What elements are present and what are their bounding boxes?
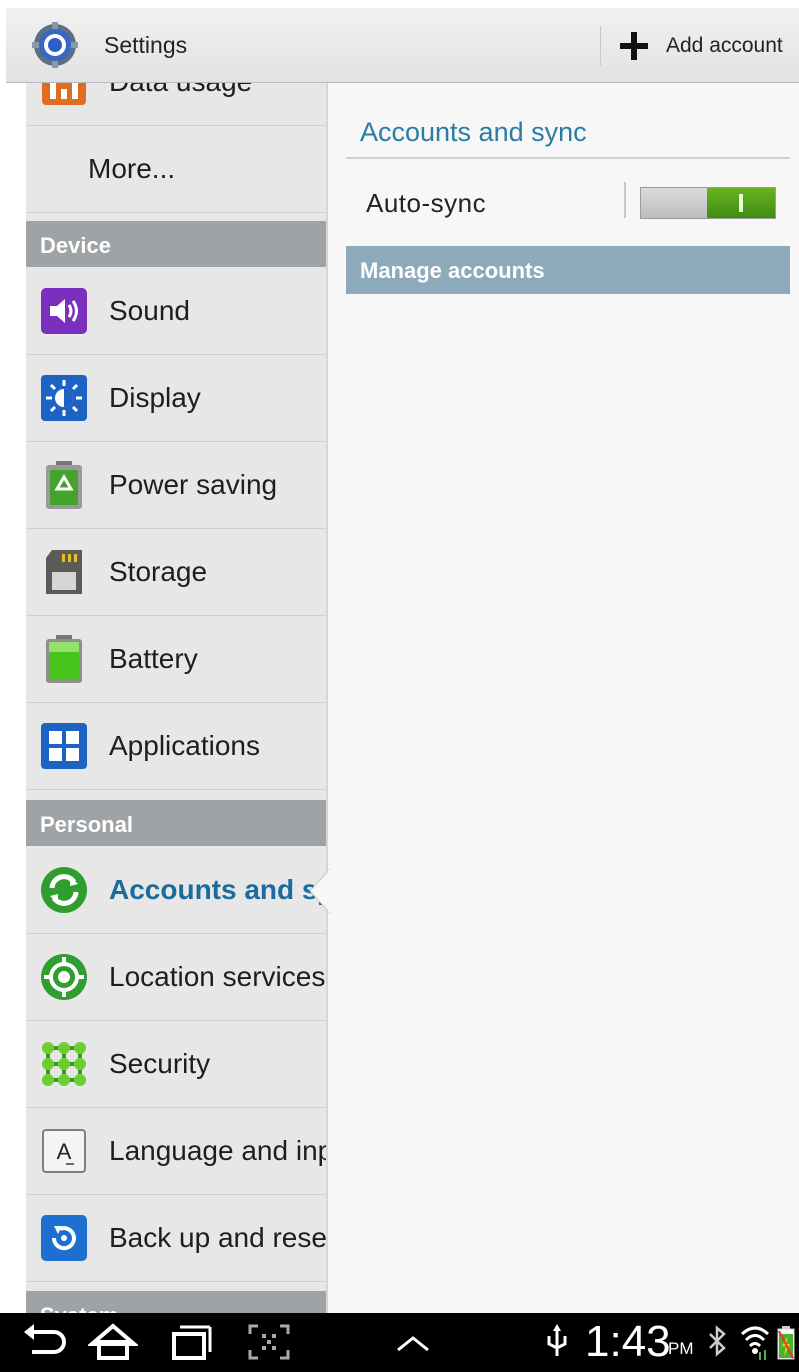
list-item-accounts-and-sync[interactable]: Accounts and sync	[26, 847, 326, 934]
list-item-location-services[interactable]: Location services	[26, 934, 326, 1021]
battery-label: Battery	[109, 643, 198, 674]
plus-icon	[620, 32, 648, 60]
power-saving-label: Power saving	[109, 469, 278, 500]
list-item-back-up-and-reset[interactable]: Back up and reset	[26, 1195, 326, 1282]
svg-text:A: A	[57, 1139, 72, 1164]
add-account-button[interactable]: Add account	[612, 20, 799, 72]
list-item-data-usage[interactable]: Data usage	[26, 83, 326, 126]
section-header-device: Device	[26, 221, 326, 267]
battery-settings-icon	[46, 635, 82, 683]
power-saving-icon	[46, 461, 82, 509]
more-label: More...	[88, 153, 176, 184]
data-usage-icon	[42, 83, 86, 105]
manage-accounts-label: Manage accounts	[360, 258, 545, 283]
security-label: Security	[109, 1048, 211, 1079]
action-bar-divider	[600, 26, 601, 66]
add-account-label: Add account	[666, 34, 783, 57]
back-up-and-reset-label: Back up and reset	[109, 1222, 326, 1253]
toggle-on-indicator	[739, 194, 743, 212]
system-navigation-bar: 1:43 PM	[0, 1313, 799, 1372]
manage-accounts-header: Manage accounts	[346, 246, 790, 294]
toggle-off-side	[641, 188, 707, 218]
settings-screen: Settings Add account Data usage More...	[0, 0, 799, 1372]
battery-icon	[777, 1326, 795, 1360]
toggle-on-side	[707, 188, 775, 218]
system-header-label: System	[40, 1303, 118, 1313]
bluetooth-icon	[709, 1325, 726, 1357]
selection-pointer	[309, 869, 330, 913]
location-services-label: Location services	[109, 961, 326, 992]
title-divider	[346, 157, 790, 159]
backup-icon	[41, 1215, 87, 1261]
toggle-divider	[624, 182, 626, 218]
language-icon: A	[42, 1129, 86, 1173]
language-and-input-label: Language and input	[109, 1135, 326, 1166]
auto-sync-label: Auto-sync	[366, 188, 487, 218]
app-title: Settings	[104, 32, 188, 58]
clock-time: 1:43	[585, 1317, 671, 1366]
screenshot-icon[interactable]	[244, 1322, 294, 1362]
detail-title: Accounts and sync	[360, 117, 587, 147]
sound-label: Sound	[109, 295, 190, 326]
display-icon	[41, 375, 87, 421]
list-item-display[interactable]: Display	[26, 355, 326, 442]
settings-category-list[interactable]: Data usage More... Device Sound	[26, 83, 326, 1313]
applications-icon	[41, 723, 87, 769]
list-item-power-saving[interactable]: Power saving	[26, 442, 326, 529]
back-icon[interactable]	[18, 1322, 68, 1362]
storage-label: Storage	[109, 556, 208, 587]
list-item-sound[interactable]: Sound	[26, 268, 326, 355]
section-header-personal: Personal	[26, 800, 326, 846]
storage-icon	[46, 550, 82, 594]
list-item-battery[interactable]: Battery	[26, 616, 326, 703]
clock-ampm: PM	[668, 1339, 694, 1358]
section-header-system: System	[26, 1291, 326, 1313]
applications-label: Applications	[109, 730, 260, 761]
security-pattern-icon	[42, 1042, 86, 1086]
action-bar: Settings Add account	[6, 8, 799, 83]
list-item-language-and-input[interactable]: A Language and input	[26, 1108, 326, 1195]
sound-icon	[41, 288, 87, 334]
recent-apps-icon[interactable]	[166, 1322, 216, 1362]
accounts-and-sync-detail: Accounts and sync Auto-sync Manage accou…	[328, 83, 799, 1313]
usb-icon	[547, 1324, 567, 1356]
auto-sync-toggle[interactable]	[640, 187, 776, 219]
list-item-storage[interactable]: Storage	[26, 529, 326, 616]
settings-gear-icon[interactable]	[32, 22, 78, 68]
list-item-security[interactable]: Security	[26, 1021, 326, 1108]
sync-icon	[41, 867, 87, 913]
list-item-applications[interactable]: Applications	[26, 703, 326, 790]
location-icon	[41, 954, 87, 1000]
personal-header-label: Personal	[40, 812, 133, 837]
home-icon[interactable]	[88, 1322, 138, 1362]
up-arrow-icon[interactable]	[388, 1322, 438, 1362]
wifi-icon	[740, 1326, 770, 1360]
data-usage-label: Data usage	[109, 83, 326, 98]
device-header-label: Device	[40, 233, 111, 258]
accounts-and-sync-label: Accounts and sync	[109, 874, 326, 905]
list-item-more[interactable]: More...	[26, 126, 326, 213]
display-label: Display	[109, 382, 201, 413]
